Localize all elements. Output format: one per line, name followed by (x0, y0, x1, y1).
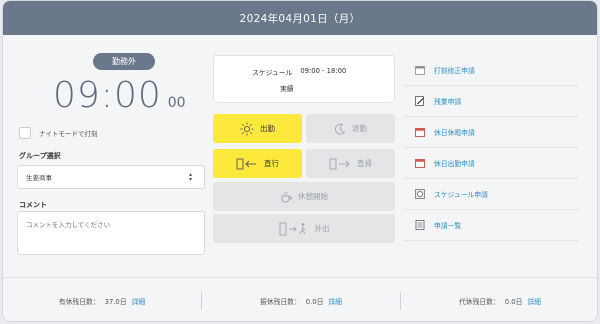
compensatory-leave-detail-link[interactable]: 詳細 (527, 296, 541, 306)
paid-leave-value: 37.0日 (104, 297, 127, 306)
compensatory-leave-balance: 代休残日数： 0.0日 詳細 (401, 296, 597, 306)
door-arrow-left-icon (236, 158, 256, 169)
go-out-label: 外出 (314, 224, 330, 233)
link-label: 休日休暇申請 (434, 129, 475, 137)
schedule-time: 09:00 - 18:00 (300, 67, 347, 75)
paid-leave-detail-link[interactable]: 詳細 (132, 296, 146, 306)
compensatory-leave-label: 代休残日数： (459, 297, 500, 306)
schedule-icon (415, 189, 425, 199)
left-panel: 勤務外 09:00 00 ナイトモードで打刻 グループ選択 生姜商事 ▴ ▾ コメ… (15, 35, 205, 275)
comment-label: コメント (19, 201, 47, 209)
compensatory-leave-value: 0.0日 (504, 297, 523, 306)
request-links: 打刻修正申請 残業申請 休日休暇申請 休日出勤申請 スケジュール申請 申請一覧 (403, 55, 579, 241)
sun-icon (240, 122, 254, 135)
group-select-value: 生姜商事 (26, 174, 52, 182)
clock-seconds: 00 (167, 95, 186, 111)
list-icon (415, 220, 425, 230)
paid-leave-balance: 有休残日数： 37.0日 詳細 (3, 296, 201, 306)
clock-out-label: 退勤 (352, 124, 367, 133)
actual-label: 実績 (280, 85, 294, 93)
link-request-list[interactable]: 申請一覧 (403, 210, 579, 241)
select-arrows-icon: ▴ ▾ (188, 171, 192, 183)
schedule-card: スケジュール 09:00 - 18:00 実績 (213, 55, 395, 103)
schedule-row: スケジュール 09:00 - 18:00 (252, 67, 346, 77)
calendar-icon (415, 65, 425, 75)
direct-go-label: 直行 (264, 159, 279, 168)
night-mode-checkbox[interactable] (19, 127, 31, 139)
substitute-leave-label: 振休残日数： (260, 297, 301, 306)
link-label: 申請一覧 (434, 222, 462, 230)
link-label: 打刻修正申請 (434, 67, 475, 75)
date-title: 2024年04月01日（月） (239, 12, 361, 25)
coffee-icon (281, 191, 292, 202)
date-header: 2024年04月01日（月） (3, 1, 597, 35)
pencil-icon (415, 96, 425, 106)
direct-go-button[interactable]: 直行 (213, 149, 302, 178)
direct-return-label: 直帰 (357, 159, 372, 168)
door-arrow-right-icon (329, 158, 350, 169)
comment-input[interactable] (17, 211, 205, 255)
break-start-button[interactable]: 休憩開始 (213, 182, 395, 211)
group-select[interactable]: 生姜商事 ▴ ▾ (17, 165, 205, 189)
link-schedule-request[interactable]: スケジュール申請 (403, 179, 579, 210)
link-label: 休日出勤申請 (434, 160, 475, 168)
clock-in-label: 出勤 (260, 124, 275, 133)
calendar-icon (415, 127, 425, 137)
link-overtime[interactable]: 残業申請 (403, 86, 579, 117)
door-walk-icon (279, 222, 306, 235)
link-stamp-correction[interactable]: 打刻修正申請 (403, 55, 579, 86)
clock-hours-minutes: 09:00 (53, 75, 162, 116)
substitute-leave-value: 0.0日 (305, 297, 324, 306)
link-holiday-leave[interactable]: 休日休暇申請 (403, 117, 579, 148)
go-out-button[interactable]: 外出 (213, 214, 395, 243)
clock-in-button[interactable]: 出勤 (213, 114, 302, 143)
clock-out-button[interactable]: 退勤 (306, 114, 395, 143)
schedule-label: スケジュール (252, 69, 293, 77)
substitute-leave-detail-link[interactable]: 詳細 (328, 296, 342, 306)
timecard-window: 2024年04月01日（月） 勤務外 09:00 00 ナイトモードで打刻 グル… (2, 0, 598, 322)
link-label: スケジュール申請 (434, 191, 488, 199)
link-holiday-work[interactable]: 休日出勤申請 (403, 148, 579, 179)
calendar-icon (415, 158, 425, 168)
night-mode-option: ナイトモードで打刻 (19, 127, 98, 139)
group-select-label: グループ選択 (19, 152, 61, 160)
status-badge: 勤務外 (93, 53, 155, 70)
leave-balance-footer: 有休残日数： 37.0日 詳細 振休残日数： 0.0日 詳細 代休残日数： 0.… (3, 277, 597, 321)
night-mode-label: ナイトモードで打刻 (39, 130, 98, 138)
clock: 09:00 00 (53, 75, 186, 116)
moon-icon (335, 123, 346, 134)
break-start-label: 休憩開始 (298, 192, 328, 201)
link-label: 残業申請 (434, 98, 462, 106)
substitute-leave-balance: 振休残日数： 0.0日 詳細 (202, 296, 400, 306)
paid-leave-label: 有休残日数： (58, 297, 100, 306)
direct-return-button[interactable]: 直帰 (306, 149, 395, 178)
